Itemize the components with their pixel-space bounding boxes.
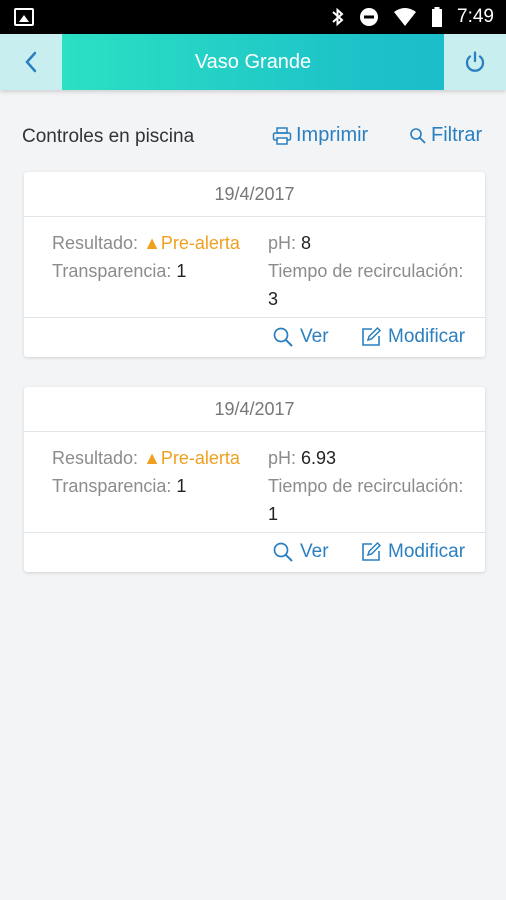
control-details: Resultado: ▲Pre-alerta pH: 8 Transparenc… xyxy=(24,217,485,317)
section-label: Controles en piscina xyxy=(22,126,195,147)
recirculation-label: Tiempo de recirculación: xyxy=(268,261,464,281)
edit-label: Modificar xyxy=(388,541,466,562)
result-label: Resultado: xyxy=(52,233,139,253)
bluetooth-icon xyxy=(332,7,344,27)
printer-icon xyxy=(272,126,292,145)
edit-icon xyxy=(362,326,382,346)
list-toolbar: Controles en piscina Imprimir Filtrar xyxy=(0,118,506,154)
transparency-label: Transparencia: xyxy=(52,261,172,281)
app-bar: Vaso Grande xyxy=(0,34,506,90)
result-label: Resultado: xyxy=(52,448,139,468)
page-title: Vaso Grande xyxy=(194,51,312,73)
transparency-value: 1 xyxy=(176,261,187,281)
control-card: 19/4/2017 Resultado: ▲Pre-alerta pH: 8 T… xyxy=(24,172,485,357)
edit-button[interactable]: Modificar xyxy=(360,326,465,348)
result-value: Pre-alerta xyxy=(160,233,240,253)
wifi-icon xyxy=(394,8,417,26)
control-details: Resultado: ▲Pre-alerta pH: 6.93 Transpar… xyxy=(24,432,485,532)
control-date: 19/4/2017 xyxy=(24,387,485,432)
print-label: Imprimir xyxy=(296,124,369,146)
edit-label: Modificar xyxy=(388,326,466,347)
warning-icon: ▲ xyxy=(143,448,161,468)
image-notification-icon xyxy=(14,8,34,26)
search-icon xyxy=(410,127,426,144)
recirculation-label: Tiempo de recirculación: xyxy=(268,476,464,496)
status-bar: 7:49 xyxy=(0,0,506,34)
battery-icon xyxy=(432,7,443,27)
card-actions: Ver Modificar xyxy=(24,317,485,357)
ph-field: pH: 8 xyxy=(268,233,311,254)
recirculation-value: 3 xyxy=(268,289,279,309)
view-label: Ver xyxy=(300,326,329,347)
do-not-disturb-icon xyxy=(360,8,379,26)
ph-value: 6.93 xyxy=(301,448,337,468)
clock: 7:49 xyxy=(457,6,494,27)
result-field: Resultado: ▲Pre-alerta xyxy=(52,448,240,469)
view-button[interactable]: Ver xyxy=(272,326,329,348)
search-icon xyxy=(273,542,293,562)
control-date: 19/4/2017 xyxy=(24,172,485,217)
warning-icon: ▲ xyxy=(143,233,161,253)
transparency-field: Transparencia: 1 xyxy=(52,261,186,282)
ph-label: pH: xyxy=(268,448,297,468)
card-actions: Ver Modificar xyxy=(24,532,485,572)
result-field: Resultado: ▲Pre-alerta xyxy=(52,233,240,254)
back-button[interactable] xyxy=(0,34,62,90)
result-value: Pre-alerta xyxy=(160,448,240,468)
transparency-field: Transparencia: 1 xyxy=(52,476,186,497)
print-button[interactable]: Imprimir xyxy=(272,124,368,147)
power-icon xyxy=(465,51,485,72)
chevron-left-icon xyxy=(25,51,37,73)
ph-field: pH: 6.93 xyxy=(268,448,336,469)
view-button[interactable]: Ver xyxy=(272,541,329,563)
logout-button[interactable] xyxy=(444,34,506,90)
edit-button[interactable]: Modificar xyxy=(360,541,465,563)
ph-label: pH: xyxy=(268,233,297,253)
transparency-value: 1 xyxy=(176,476,187,496)
filter-button[interactable]: Filtrar xyxy=(409,124,482,147)
edit-icon xyxy=(362,541,382,561)
ph-value: 8 xyxy=(301,233,312,253)
search-icon xyxy=(273,327,293,347)
control-card: 19/4/2017 Resultado: ▲Pre-alerta pH: 6.9… xyxy=(24,387,485,572)
transparency-label: Transparencia: xyxy=(52,476,172,496)
recirculation-value: 1 xyxy=(268,504,279,524)
view-label: Ver xyxy=(300,541,329,562)
filter-label: Filtrar xyxy=(431,124,483,146)
